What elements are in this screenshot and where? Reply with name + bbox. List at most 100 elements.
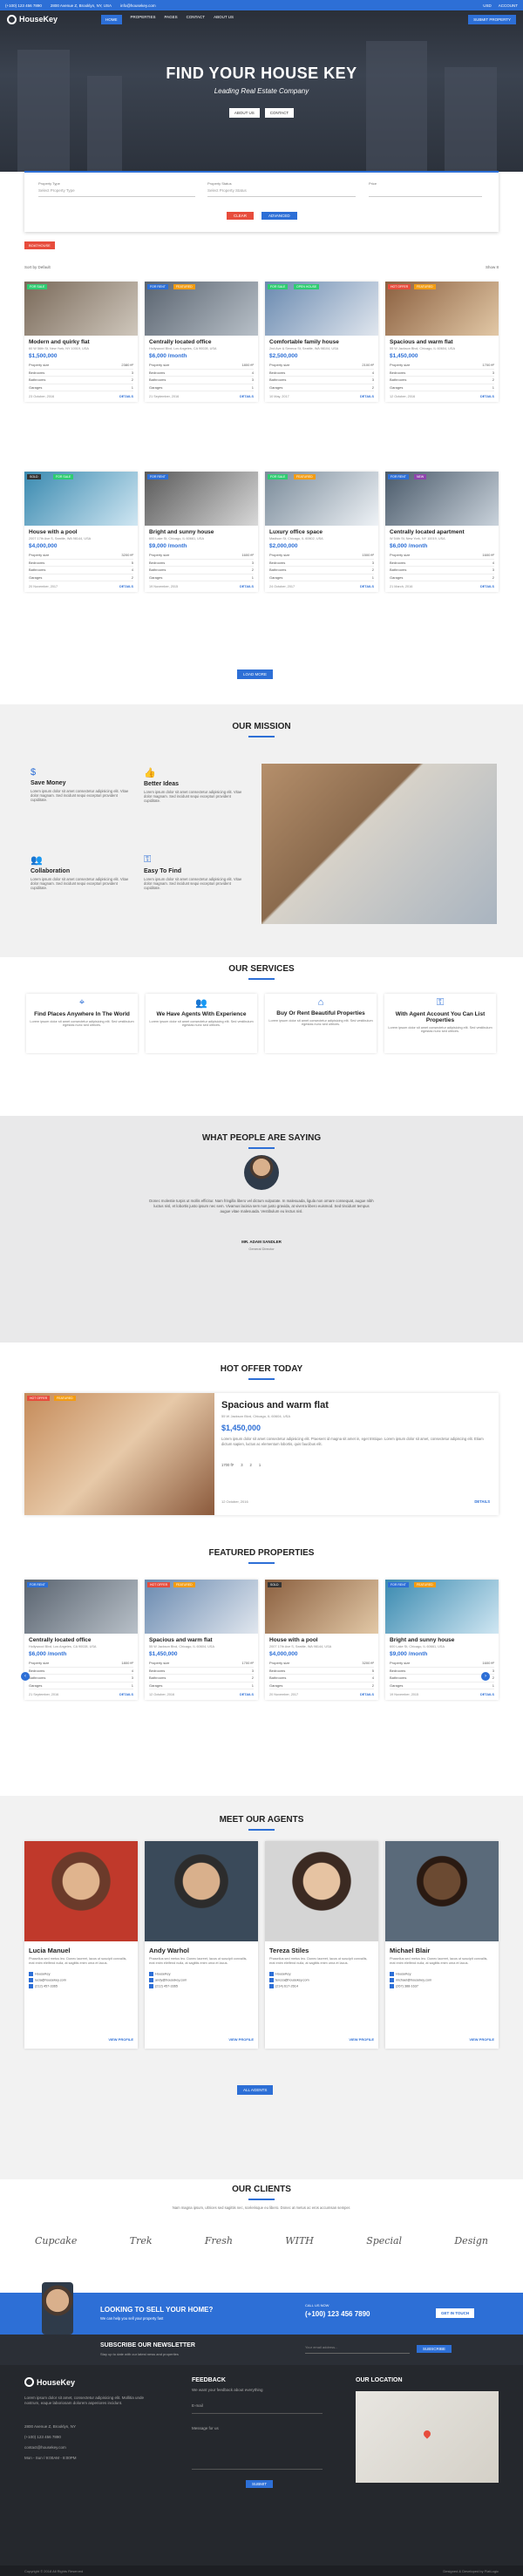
details-link[interactable]: DETAILS — [360, 395, 374, 398]
newsletter-email-input[interactable]: Your email address... — [305, 2345, 410, 2354]
property-title[interactable]: House with a pool — [29, 529, 133, 535]
agent-phone[interactable]: (214) 617-2614 — [275, 1984, 298, 1988]
service-card[interactable]: ⚿ With Agent Account You Can List Propert… — [384, 994, 496, 1053]
call-phone[interactable]: (+100) 123 456 7890 — [305, 2310, 370, 2318]
property-photo[interactable] — [24, 1580, 138, 1634]
details-link[interactable]: DETAILS — [240, 395, 254, 398]
property-photo[interactable] — [385, 282, 499, 336]
property-title[interactable]: Comfortable family house — [269, 339, 374, 345]
feedback-submit-button[interactable]: SUBMIT — [246, 2480, 274, 2488]
advanced-button[interactable]: ADVANCED — [262, 212, 297, 220]
status-select[interactable]: Select Property Status — [207, 188, 356, 197]
agent-name[interactable]: Lucia Manuel — [29, 1947, 133, 1954]
property-title[interactable]: House with a pool — [269, 1637, 374, 1643]
property-photo[interactable] — [265, 472, 378, 526]
property-card[interactable]: SOLD FOR SALE House with a pool 2007 17th … — [24, 472, 138, 593]
featured-card[interactable]: FOR RENT Centrally located office Hollywo… — [24, 1580, 138, 1701]
sort-select[interactable]: Sort by Default — [24, 265, 51, 269]
property-card[interactable]: HOT OFFER FEATURED Spacious and warm flat … — [385, 282, 499, 403]
submit-property-button[interactable]: SUBMIT PROPERTY — [468, 14, 516, 24]
property-card[interactable]: FOR RENT FEATURED Centrally located office… — [145, 282, 258, 403]
client-logo[interactable]: Design — [454, 2235, 488, 2246]
feedback-message-input[interactable]: Message for us — [192, 2426, 323, 2470]
feedback-email-input[interactable]: E-mail — [192, 2403, 323, 2414]
nav-home[interactable]: HOME — [101, 14, 122, 24]
details-link[interactable]: DETAILS — [480, 395, 494, 398]
property-card[interactable]: FOR SALE FEATURED Luxury office space Madi… — [265, 472, 378, 593]
property-photo[interactable] — [145, 282, 258, 336]
details-link[interactable]: DETAILS — [119, 585, 133, 588]
account-menu[interactable]: ACCOUNT — [499, 3, 518, 8]
load-more-button[interactable]: LOAD MORE — [237, 669, 274, 679]
property-card[interactable]: FOR SALE OPEN HOUSE Comfortable family hou… — [265, 282, 378, 403]
agent-card[interactable]: Tereza Stiles Phasellus sed metus leo. D… — [265, 1841, 378, 2049]
agent-name[interactable]: Andy Warhol — [149, 1947, 254, 1954]
clear-button[interactable]: CLEAR — [227, 212, 255, 220]
property-title[interactable]: Luxury office space — [269, 529, 374, 535]
agent-name[interactable]: Tereza Stiles — [269, 1947, 374, 1954]
location-map[interactable] — [356, 2391, 499, 2483]
property-card[interactable]: FOR SALE Modern and quirky flat 60 W 56th… — [24, 282, 138, 403]
property-photo[interactable] — [145, 472, 258, 526]
client-logo[interactable]: Trek — [130, 2235, 153, 2246]
client-logo[interactable]: Cupcake — [35, 2235, 77, 2246]
client-logo[interactable]: WITH — [285, 2235, 314, 2246]
property-title[interactable]: Centrally located office — [29, 1637, 133, 1643]
agent-card[interactable]: Michael Blair Phasellus sed metus leo. D… — [385, 1841, 499, 2049]
property-title[interactable]: Bright and sunny house — [149, 529, 254, 535]
featured-card[interactable]: SOLD House with a pool 2007 17th Ave S, S… — [265, 1580, 378, 1701]
next-arrow-icon[interactable]: › — [481, 1672, 490, 1681]
property-title[interactable]: Centrally located office — [149, 339, 254, 345]
price-range[interactable] — [369, 188, 482, 197]
featured-card[interactable]: HOT OFFER FEATURED Spacious and warm flat … — [145, 1580, 258, 1701]
property-photo[interactable] — [265, 1580, 378, 1634]
client-logo[interactable]: Special — [366, 2235, 402, 2246]
details-link[interactable]: DETAILS — [240, 1693, 254, 1696]
agent-phone[interactable]: (212) 457-3365 — [155, 1984, 178, 1988]
client-logo[interactable]: Fresh — [205, 2235, 233, 2246]
property-photo[interactable] — [385, 1580, 499, 1634]
property-title[interactable]: Bright and sunny house — [390, 1637, 494, 1643]
filter-tag[interactable]: BOATHOUSE — [24, 241, 55, 249]
property-photo[interactable] — [265, 282, 378, 336]
property-title[interactable]: Spacious and warm flat — [390, 339, 494, 345]
featured-card[interactable]: FOR RENT FEATURED Bright and sunny house 6… — [385, 1580, 499, 1701]
agent-phone[interactable]: (267) 388-1637 — [396, 1984, 418, 1988]
service-card[interactable]: ⌖ Find Places Anywhere In The World Lorem … — [26, 994, 138, 1053]
details-link[interactable]: DETAILS — [360, 1693, 374, 1696]
nav-contact[interactable]: CONTACT — [187, 15, 205, 24]
service-card[interactable]: 👥 We Have Agents With Experience Lorem ips… — [146, 994, 257, 1053]
view-profile-link[interactable]: VIEW PROFILE — [349, 2037, 374, 2042]
view-profile-link[interactable]: VIEW PROFILE — [469, 2037, 494, 2042]
agent-email[interactable]: tereza@housekey.com — [275, 1978, 309, 1981]
nav-about[interactable]: ABOUT US — [214, 15, 234, 24]
hot-offer-details[interactable]: DETAILS — [474, 1499, 490, 1504]
nav-properties[interactable]: PROPERTIES — [131, 15, 156, 24]
details-link[interactable]: DETAILS — [480, 585, 494, 588]
agent-email[interactable]: andy@housekey.com — [155, 1978, 187, 1981]
footer-phone[interactable]: (+100) 123 456 7890 — [24, 2435, 61, 2439]
details-link[interactable]: DETAILS — [119, 395, 133, 398]
property-card[interactable]: FOR RENT NEW Centrally located apartment W… — [385, 472, 499, 593]
details-link[interactable]: DETAILS — [360, 585, 374, 588]
agent-phone[interactable]: (212) 457-3365 — [35, 1984, 58, 1988]
service-card[interactable]: ⌂ Buy Or Rent Beautiful Properties Lorem i… — [265, 994, 377, 1053]
agent-card[interactable]: Andy Warhol Phasellus sed metus leo. Don… — [145, 1841, 258, 2049]
property-photo[interactable] — [385, 472, 499, 526]
type-select[interactable]: Select Property Type — [38, 188, 195, 197]
details-link[interactable]: DETAILS — [119, 1693, 133, 1696]
property-photo[interactable] — [145, 1580, 258, 1634]
property-photo[interactable] — [24, 282, 138, 336]
phone-text[interactable]: (+100) 123 456 7890 — [5, 3, 42, 8]
property-card[interactable]: FOR RENT Bright and sunny house 600 Lake … — [145, 472, 258, 593]
footer-logo[interactable]: HouseKey — [24, 2377, 75, 2387]
about-us-button[interactable]: ABOUT US — [228, 108, 260, 118]
hot-offer-card[interactable]: HOT OFFER FEATURED Spacious and warm fla… — [24, 1393, 499, 1515]
agent-name[interactable]: Michael Blair — [390, 1947, 494, 1954]
nav-pages[interactable]: PAGES — [164, 15, 177, 24]
subscribe-button[interactable]: SUBSCRIBE — [417, 2345, 452, 2353]
contact-button[interactable]: CONTACT — [264, 108, 295, 118]
agent-email[interactable]: lucia@housekey.com — [35, 1978, 66, 1981]
site-logo[interactable]: HouseKey — [7, 14, 58, 24]
details-link[interactable]: DETAILS — [480, 1693, 494, 1696]
